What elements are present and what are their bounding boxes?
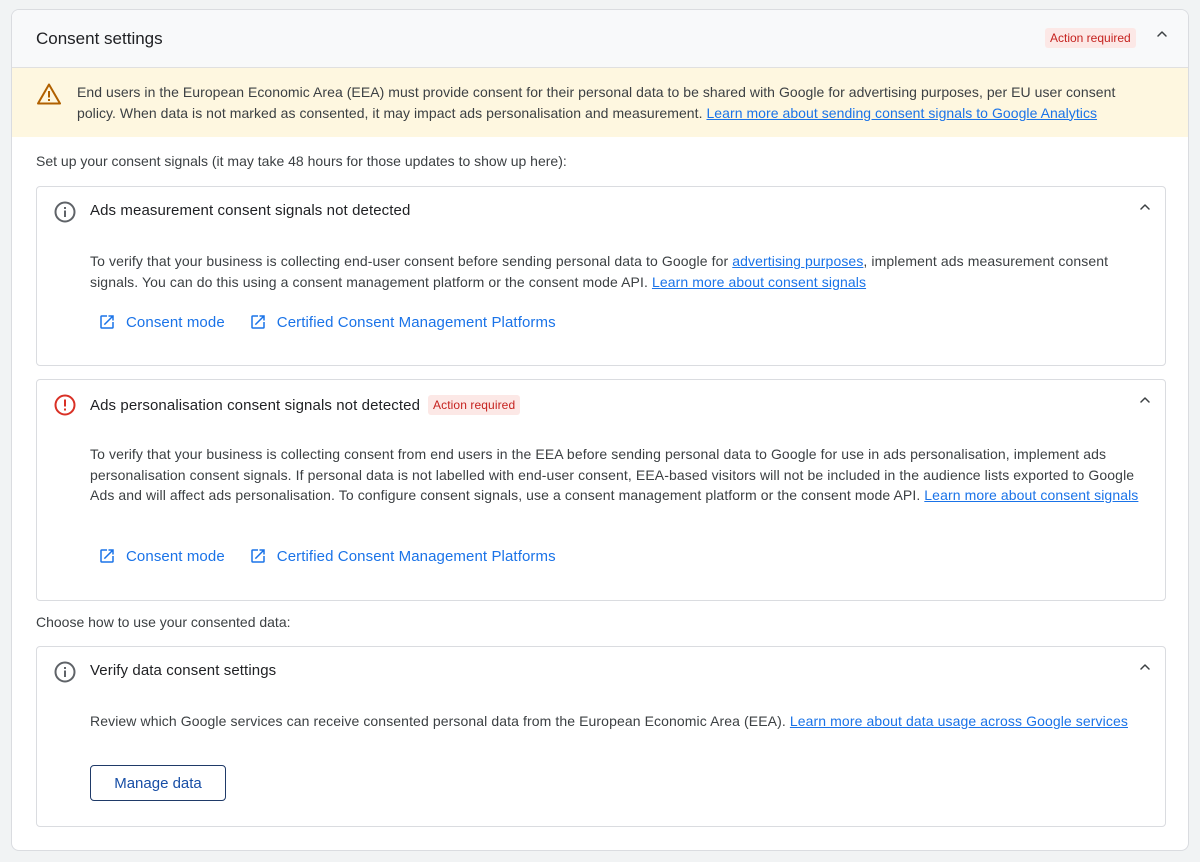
external-links: Consent mode Certified Consent Managemen… [98,313,556,331]
setup-label: Set up your consent signals (it may take… [36,153,567,169]
ads-measurement-title: Ads measurement consent signals not dete… [90,202,411,219]
info-icon [54,661,76,683]
open-in-new-icon [100,549,114,563]
collapse-ads-measurement-button[interactable] [1133,195,1157,219]
collapse-verify-data-button[interactable] [1133,655,1157,679]
panel-title: Verify data consent settings [90,662,276,679]
description-text: To verify that your business is collecti… [90,253,733,269]
open-in-new-icon [100,315,114,329]
error-icon [54,394,76,416]
ads-measurement-panel: Ads measurement consent signals not dete… [36,186,1166,366]
advertising-purposes-link[interactable]: advertising purposes [732,253,863,269]
certified-cmp-label: Certified Consent Management Platforms [276,547,556,565]
consent-mode-link[interactable]: Consent mode [98,547,225,565]
info-icon [54,201,76,223]
warning-text: End users in the European Economic Area … [77,82,1157,123]
certified-cmp-link[interactable]: Certified Consent Management Platforms [249,313,556,331]
collapse-card-button[interactable] [1150,22,1174,46]
ads-personalisation-description: To verify that your business is collecti… [90,444,1150,506]
learn-more-consent-signals-link[interactable]: Learn more about consent signals [652,274,866,290]
learn-more-consent-signals-link[interactable]: Learn more about consent signals [924,487,1138,503]
warning-banner: End users in the European Economic Area … [12,68,1188,137]
consent-mode-label: Consent mode [126,313,225,331]
chevron-up-icon [1140,397,1150,403]
collapse-ads-personalisation-button[interactable] [1133,388,1157,412]
panel-title: Ads personalisation consent signals not … [90,395,521,415]
open-in-new-icon [251,549,265,563]
card-title: Consent settings [36,29,163,48]
consent-mode-label: Consent mode [126,547,225,565]
ads-personalisation-panel: Ads personalisation consent signals not … [36,379,1166,601]
panel-title: Ads measurement consent signals not dete… [90,202,410,219]
card-header[interactable]: Consent settings Action required [12,10,1188,68]
warning-triangle-icon [37,83,61,105]
verify-data-description: Review which Google services can receive… [90,711,1150,732]
description-text: Review which Google services can receive… [90,713,790,729]
status-badge: Action required [428,395,521,415]
choose-label: Choose how to use your consented data: [36,614,291,630]
ads-measurement-description: To verify that your business is collecti… [90,251,1150,292]
chevron-up-icon [1140,664,1150,670]
verify-data-consent-panel: Verify data consent settings Review whic… [36,646,1166,827]
ads-personalisation-title: Ads personalisation consent signals not … [90,396,421,414]
chevron-up-icon [1140,204,1150,210]
certified-cmp-link[interactable]: Certified Consent Management Platforms [249,547,556,565]
manage-data-button[interactable]: Manage data [90,765,226,801]
consent-settings-card: Consent settings Action required End use… [11,9,1189,851]
status-badge: Action required [1045,28,1136,48]
external-links: Consent mode Certified Consent Managemen… [98,547,556,565]
learn-more-consent-signals-ga-link[interactable]: Learn more about sending consent signals… [706,105,1097,121]
verify-data-consent-title: Verify data consent settings [90,662,277,679]
learn-more-data-usage-link[interactable]: Learn more about data usage across Googl… [790,713,1128,729]
open-in-new-icon [251,315,265,329]
consent-mode-link[interactable]: Consent mode [98,313,225,331]
chevron-up-icon [1157,31,1167,37]
certified-cmp-label: Certified Consent Management Platforms [276,313,556,331]
